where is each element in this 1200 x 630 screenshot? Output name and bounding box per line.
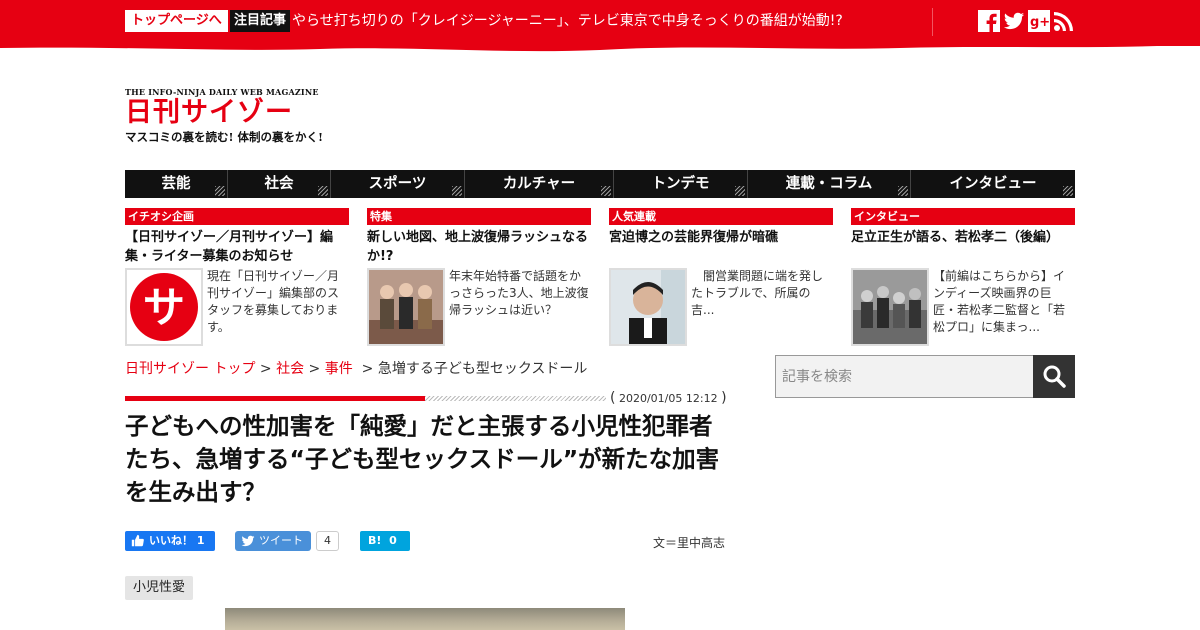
card-excerpt: 年末年始特番で話題をかっさらった3人、地上波復帰ラッシュは近い？ [449,269,589,317]
nav-item-interview[interactable]: インタビュー [911,170,1075,198]
publish-date: ( 2020/01/05 12:12 ) [606,390,731,406]
nav-item-sports[interactable]: スポーツ [331,170,465,198]
nav-item-column[interactable]: 連載・コラム [748,170,911,198]
hatena-label: B! [368,534,382,547]
home-link[interactable]: トップページへ [125,10,228,32]
card-thumbnail[interactable] [367,268,445,346]
nav-item-label: トンデモ [651,176,710,192]
hatch-decoration [452,186,462,196]
divider [932,8,933,36]
logo-subtitle: マスコミの裏を読む! 体制の裏をかく! [125,130,324,144]
card-excerpt: 現在「日刊サイゾー／月刊サイゾー」編集部のスタッフを募集しております。 [207,269,340,334]
card-title[interactable]: 足立正生が語る、若松孝二（後編） [851,228,1075,266]
card-title[interactable]: 宮迫博之の芸能界復帰が暗礁 [609,228,833,266]
tweet-button[interactable]: ツイート [235,531,311,551]
article-tag[interactable]: 小児性愛 [125,576,194,600]
card-thumbnail[interactable]: サ [125,268,203,346]
author-credit: 文＝里中高志 [653,536,726,550]
feature-card[interactable]: インタビュー 足立正生が語る、若松孝二（後編） 【前編はこちらから】インディーズ… [851,208,1075,348]
card-tag: インタビュー [851,208,1075,225]
hatch-decoration [735,186,745,196]
twitter-icon [241,535,255,547]
search-button[interactable] [1033,355,1075,398]
feature-card[interactable]: 人気連載 宮迫博之の芸能界復帰が暗礁 闇営業問題に端を発したトラブルで、所属の吉… [609,208,833,348]
hatch-decoration [898,186,908,196]
nav-item-society[interactable]: 社会 [228,170,331,198]
card-thumbnail[interactable] [851,268,929,346]
breadcrumb-society[interactable]: 社会 [276,361,304,377]
hatena-count: 0 [389,534,397,547]
rss-icon[interactable] [1053,10,1075,32]
card-title[interactable]: 【日刊サイゾー／月刊サイゾー】編集・ライター募集のお知らせ [125,228,349,266]
top-bar: トップページへ 注目記事 やらせ打ち切りの「クレイジージャーニー」、テレビ東京で… [0,0,1200,46]
facebook-icon[interactable] [978,10,1000,32]
hatch-decoration [601,186,611,196]
breadcrumb: 日刊サイゾー トップ > 社会 > 事件 > 急増する子ども型セックスドール [125,358,587,378]
feature-card[interactable]: イチオシ企画 【日刊サイゾー／月刊サイゾー】編集・ライター募集のお知らせ サ 現… [125,208,349,348]
svg-text:g+: g+ [1030,15,1050,30]
tweet-label: ツイート [259,534,303,547]
hatch-decoration [215,186,225,196]
topbar-wave-decoration [0,42,1200,52]
google-plus-icon[interactable]: g+ [1028,10,1050,32]
logo-tagline: THE INFO-NINJA DAILY WEB MAGAZINE [125,87,319,97]
breadcrumb-current: 急増する子ども型セックスドール [377,361,588,377]
card-tag: イチオシ企画 [125,208,349,225]
featured-label: 注目記事 [230,10,291,32]
nav-item-label: 連載・コラム [785,176,873,192]
breadcrumb-incident[interactable]: 事件 [325,361,353,377]
article-headline: 子どもへの性加害を「純愛」だと主張する小児性犯罪者たち、急増する“子ども型セック… [125,412,720,506]
date-paren-close: ) [721,390,727,406]
featured-headline-link[interactable]: やらせ打ち切りの「クレイジージャーニー」、テレビ東京で中身そっくりの番組が始動!… [292,10,843,32]
breadcrumb-separator: > [255,361,277,377]
card-tag: 人気連載 [609,208,833,225]
card-thumbnail[interactable] [609,268,687,346]
nav-item-label: カルチャー [502,176,576,192]
title-rule-accent [125,396,425,401]
hatch-decoration [318,186,328,196]
hatena-bookmark-button[interactable]: B! 0 [360,531,410,551]
breadcrumb-home[interactable]: 日刊サイゾー トップ [125,361,255,377]
search-input[interactable] [776,356,1034,397]
facebook-like-button[interactable]: いいね！ 1 [125,531,215,551]
thumbs-up-icon [131,534,144,547]
nav-item-label: 芸能 [161,176,191,192]
article-hero-image [225,608,625,630]
card-title[interactable]: 新しい地図、地上波復帰ラッシュなるか!? [367,228,591,266]
card-tag: 特集 [367,208,591,225]
date-paren-open: ( [610,390,616,406]
search-icon [1043,365,1066,388]
search-box [775,355,1075,398]
svg-text:サ: サ [143,283,185,332]
date-text: 2020/01/05 12:12 [618,392,718,405]
hatch-decoration [1063,186,1073,196]
nav-item-label: 社会 [264,176,294,192]
feature-card[interactable]: 特集 新しい地図、地上波復帰ラッシュなるか!? 年末年始特番で話題をかっさらった… [367,208,591,348]
card-excerpt: 闇営業問題に端を発したトラブルで、所属の吉... [691,269,824,317]
twitter-icon[interactable] [1003,10,1025,32]
site-logo[interactable]: THE INFO-NINJA DAILY WEB MAGAZINE 日刊サイゾー… [125,87,325,152]
like-label: いいね！ [149,534,193,547]
breadcrumb-separator: > [304,361,325,377]
nav-item-tondemo[interactable]: トンデモ [614,170,748,198]
nav-item-label: スポーツ [368,176,427,192]
card-excerpt: 【前編はこちらから】インディーズ映画界の巨匠・若松孝二監督と「若松プロ」に集まっ… [933,269,1066,334]
like-count: 1 [196,534,205,547]
category-nav: 芸能 社会 スポーツ カルチャー トンデモ 連載・コラム インタビュー [125,170,1075,198]
logo-name: 日刊サイゾー [125,97,293,128]
nav-item-label: インタビュー [949,176,1037,192]
tweet-count: 4 [316,531,339,551]
nav-item-culture[interactable]: カルチャー [465,170,614,198]
breadcrumb-separator: > [352,361,378,377]
nav-item-entertainment[interactable]: 芸能 [125,170,228,198]
